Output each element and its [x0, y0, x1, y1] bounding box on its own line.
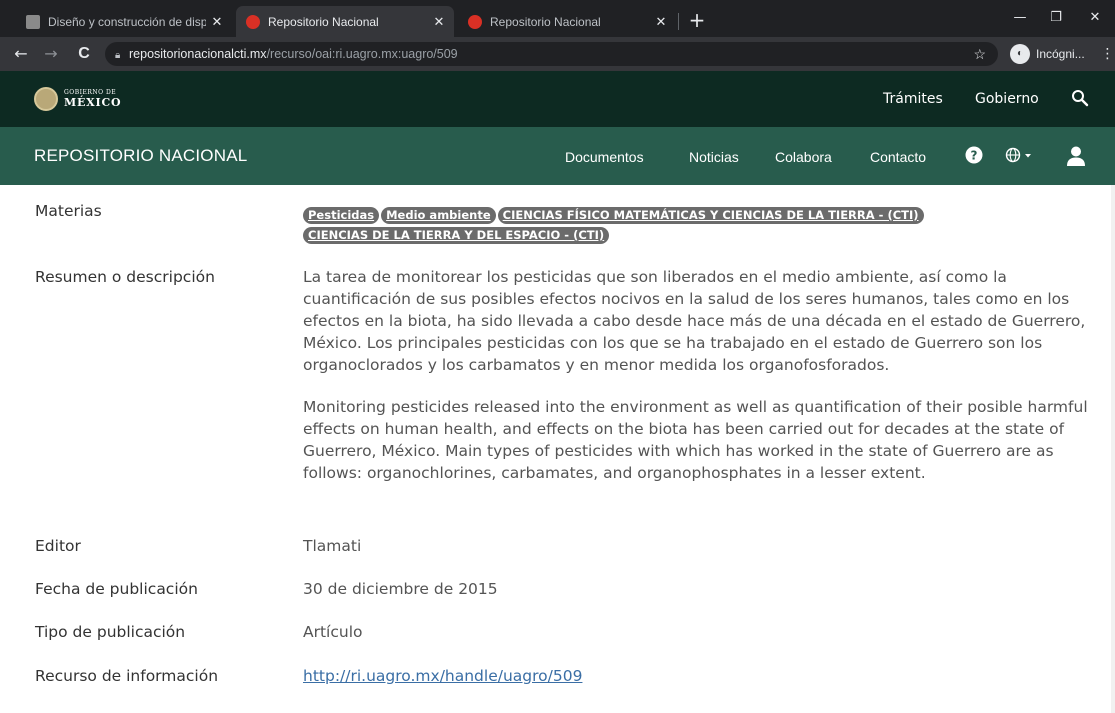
resumen-english: Monitoring pesticides released into the …	[303, 398, 1088, 482]
help-icon[interactable]: ?	[964, 145, 984, 165]
materias-label: Materias	[35, 202, 102, 220]
nav-link-noticias[interactable]: Noticias	[689, 149, 739, 165]
browser-tab-3[interactable]: Repositorio Nacional ✕	[458, 6, 676, 37]
tipo-label: Tipo de publicación	[35, 623, 186, 641]
browser-menu-button[interactable]: ⋮	[1100, 42, 1115, 66]
tipo-value: Artículo	[303, 623, 363, 641]
page-scrollbar[interactable]	[1111, 185, 1115, 713]
address-bar[interactable]: 🔒︎ repositorionacionalcti.mx/recurso/oai:…	[105, 42, 998, 66]
close-tab-icon[interactable]: ✕	[428, 14, 450, 30]
subject-tag[interactable]: Medio ambiente	[381, 207, 496, 224]
forward-button[interactable]: →	[39, 42, 63, 66]
fecha-value: 30 de diciembre de 2015	[303, 580, 498, 598]
tab-title: Repositorio Nacional	[268, 14, 379, 29]
resumen-spanish: La tarea de monitorear los pesticidas qu…	[303, 268, 1086, 374]
tab-title: Repositorio Nacional	[490, 14, 601, 29]
tab-separator	[678, 13, 679, 30]
national-seal-icon	[34, 87, 58, 111]
incognito-label: Incógni...	[1036, 47, 1085, 61]
browser-tab-strip: Diseño y construcción de disposi ✕ Repos…	[0, 0, 1115, 37]
site-favicon-icon	[468, 14, 482, 29]
logo-text-big: MÉXICO	[64, 96, 122, 109]
new-tab-button[interactable]: +	[684, 8, 710, 34]
subject-tag[interactable]: Pesticidas	[303, 207, 380, 224]
gobierno-logo[interactable]: GOBIERNO DE MÉXICO	[34, 87, 121, 111]
reload-button[interactable]: C	[72, 42, 96, 66]
nav-link-gobierno[interactable]: Gobierno	[975, 91, 1039, 107]
repositorio-header: REPOSITORIO NACIONAL Documentos Noticias…	[0, 127, 1115, 185]
incognito-icon: ◐	[1010, 44, 1030, 64]
subject-tag[interactable]: CIENCIAS FÍSICO MATEMÁTICAS Y CIENCIAS D…	[497, 207, 924, 224]
nav-link-colabora[interactable]: Colabora	[775, 149, 832, 165]
subject-tag[interactable]: CIENCIAS DE LA TIERRA Y DEL ESPACIO - (C…	[303, 227, 610, 244]
browser-tab-2[interactable]: Repositorio Nacional ✕	[236, 6, 454, 37]
lock-icon: 🔒︎	[115, 50, 121, 61]
resumen-label: Resumen o descripción	[35, 268, 215, 286]
site-favicon-icon	[246, 14, 260, 29]
editor-label: Editor	[35, 537, 81, 555]
site-favicon-icon	[26, 14, 40, 29]
search-icon[interactable]	[1070, 88, 1090, 108]
tab-title: Diseño y construcción de disposi	[48, 14, 206, 29]
nav-link-contacto[interactable]: Contacto	[870, 149, 926, 165]
browser-toolbar: ← → C 🔒︎ repositorionacionalcti.mx/recurs…	[0, 37, 1115, 71]
close-tab-icon[interactable]: ✕	[206, 14, 228, 30]
back-button[interactable]: ←	[9, 42, 33, 66]
fecha-label: Fecha de publicación	[35, 580, 198, 598]
nav-link-documentos[interactable]: Documentos	[565, 149, 644, 165]
close-tab-icon[interactable]: ✕	[650, 14, 672, 30]
browser-tab-1[interactable]: Diseño y construcción de disposi ✕	[16, 6, 232, 37]
svg-text:?: ?	[971, 149, 978, 163]
url-path: /recurso/oai:ri.uagro.mx:uagro/509	[266, 47, 458, 61]
globe-icon[interactable]	[1005, 145, 1037, 165]
url-domain: repositorionacionalcti.mx	[129, 47, 267, 61]
incognito-indicator[interactable]: ◐ Incógni...	[1010, 42, 1085, 66]
editor-value: Tlamati	[303, 537, 362, 555]
gobierno-header: GOBIERNO DE MÉXICO Trámites Gobierno	[0, 71, 1115, 127]
record-details: Materias Pesticidas Medio ambiente CIENCIA…	[0, 185, 1115, 713]
user-icon[interactable]	[1065, 145, 1087, 167]
materias-list: Pesticidas Medio ambiente CIENCIAS FÍSICO …	[303, 204, 1093, 244]
maximize-button[interactable]: ❐	[1039, 6, 1073, 30]
chevron-down-icon	[1025, 154, 1031, 158]
bookmark-star-icon[interactable]: ☆	[973, 42, 986, 66]
recurso-label: Recurso de información	[35, 667, 219, 685]
minimize-button[interactable]: —	[1003, 6, 1037, 30]
recurso-link[interactable]: http://ri.uagro.mx/handle/uagro/509	[303, 667, 582, 685]
site-title[interactable]: REPOSITORIO NACIONAL	[34, 146, 247, 166]
nav-link-tramites[interactable]: Trámites	[883, 91, 943, 107]
close-window-button[interactable]: ✕	[1078, 6, 1112, 30]
